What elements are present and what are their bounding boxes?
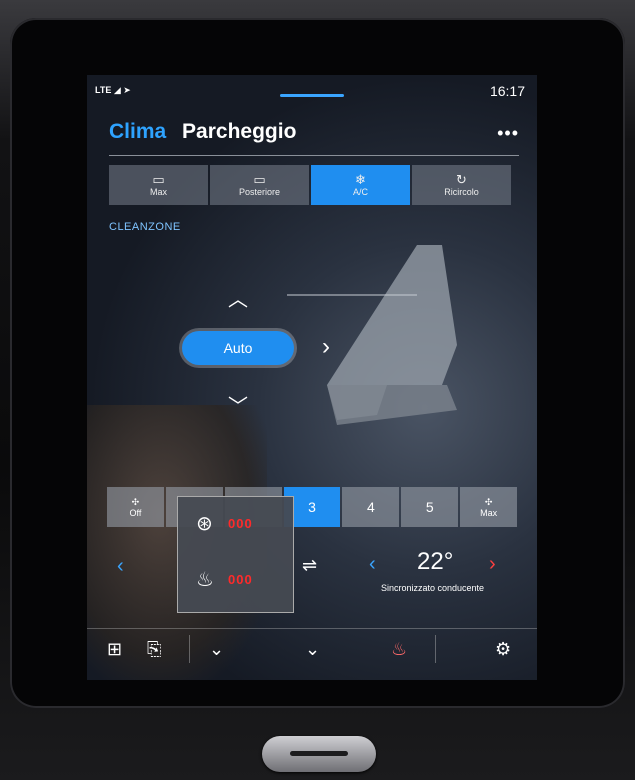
recirculation-icon: ↻ <box>456 172 467 187</box>
drawer-handle[interactable] <box>280 94 344 97</box>
rear-defrost-button[interactable]: ▭ Posteriore <box>210 165 309 205</box>
settings-gear-icon[interactable]: ⚙ <box>495 639 511 660</box>
fan-max-button[interactable]: ✣ Max <box>460 487 518 527</box>
defrost-front-icon: ▭ <box>152 172 165 187</box>
left-temp-decrease[interactable]: ‹ <box>117 555 124 578</box>
home-button[interactable] <box>262 736 376 772</box>
temp-increase-button[interactable]: › <box>489 553 496 576</box>
airflow-auto-button[interactable]: Auto <box>182 331 294 365</box>
network-status: LTE ◢ ➤ <box>95 85 131 95</box>
infotainment-screen: LTE ◢ ➤ 16:17 Clima Parcheggio ••• ▭ Max… <box>87 75 537 680</box>
seat-heat-level: 000 <box>228 572 253 587</box>
temp-decrease-button[interactable]: ‹ <box>369 553 376 576</box>
airflow-right-arrow[interactable]: › <box>322 333 330 361</box>
passenger-climate-chevron-icon[interactable]: ⌄ <box>305 639 320 660</box>
seat-heat-row[interactable]: ♨ 000 <box>196 567 253 592</box>
fan-level-5[interactable]: 5 <box>401 487 459 527</box>
defrost-rear-icon: ▭ <box>253 172 266 187</box>
grid-apps-icon[interactable]: ⊞ <box>107 639 122 660</box>
fan-max-icon: ✣ <box>484 496 493 507</box>
airflow-buttons: ▭ Max ▭ Posteriore ❄ A/C ↻ Ricircolo <box>109 165 511 205</box>
sync-label: Sincronizzato conducente <box>381 583 485 593</box>
cleanzone-link[interactable]: CLEANZONE <box>109 221 181 233</box>
fan-speed-bar: ✣ Off 3 4 5 ✣ Max <box>107 487 518 527</box>
snowflake-icon: ❄ <box>355 172 366 187</box>
bottom-divider <box>189 635 190 663</box>
recirculation-button[interactable]: ↻ Ricircolo <box>412 165 511 205</box>
steering-wheel-heat-level: 000 <box>228 516 253 531</box>
temperature-value: 22° <box>417 548 454 575</box>
sync-icon[interactable]: ⇌ <box>302 555 317 576</box>
clock: 16:17 <box>489 83 525 99</box>
bottom-bar: ⊞ ⎘ ⌄ ⌄ ♨ ⚙ <box>87 628 537 669</box>
bottom-divider-right <box>435 635 436 663</box>
heating-popup: ⊛ 000 ♨ 000 <box>177 496 294 613</box>
camera-icon[interactable]: ⎘ <box>147 639 161 660</box>
fan-off-icon: ✣ <box>131 496 140 507</box>
airflow-up-arrow[interactable]: ︿ <box>228 283 248 312</box>
tab-parcheggio[interactable]: Parcheggio <box>182 120 296 143</box>
driver-climate-chevron-icon[interactable]: ⌄ <box>209 639 224 660</box>
steering-wheel-heat-row[interactable]: ⊛ 000 <box>196 511 253 536</box>
home-button-bar <box>290 751 348 756</box>
seat-illustration <box>287 245 457 425</box>
ac-button[interactable]: ❄ A/C <box>311 165 410 205</box>
header-divider <box>109 155 519 156</box>
header-tabs: Clima Parcheggio <box>109 120 296 144</box>
more-menu-icon[interactable]: ••• <box>497 123 519 144</box>
fan-level-4[interactable]: 4 <box>342 487 400 527</box>
heated-seat-icon: ♨ <box>196 569 214 591</box>
fan-off-button[interactable]: ✣ Off <box>107 487 164 527</box>
seat-heat-icon[interactable]: ♨ <box>391 639 407 660</box>
defrost-max-button[interactable]: ▭ Max <box>109 165 208 205</box>
airflow-down-arrow[interactable]: ﹀ <box>228 390 248 419</box>
steering-wheel-icon: ⊛ <box>196 513 213 535</box>
tab-clima[interactable]: Clima <box>109 120 166 143</box>
